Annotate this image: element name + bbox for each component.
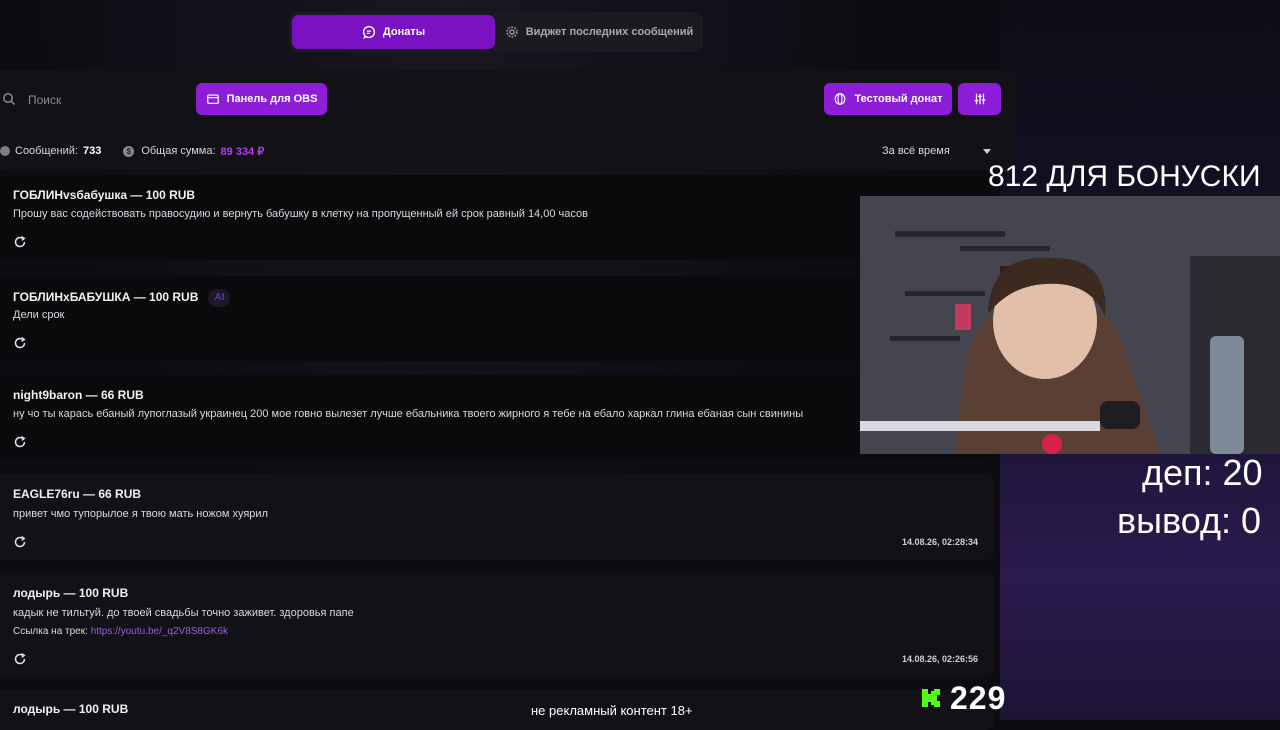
donation-card: ГОБЛИНхБАБУШКА — 100 RUB AI Дели срок xyxy=(0,276,994,361)
donation-header-text: ГОБЛИНхБАБУШКА — 100 RUB xyxy=(13,290,199,305)
sliders-icon xyxy=(974,93,985,105)
donation-header: ГОБЛИНvsбабушка — 100 RUB xyxy=(13,188,196,202)
donation-header: лодырь — 100 RUB xyxy=(13,702,129,716)
period-select[interactable]: За всё время xyxy=(882,145,950,157)
withdraw-overlay-text: вывод: 0 xyxy=(1117,500,1261,541)
replay-icon[interactable] xyxy=(13,535,27,549)
ai-badge: AI xyxy=(208,289,231,307)
bonus-overlay-text: 812 ДЛЯ БОНУСКИ xyxy=(988,160,1261,193)
gear-icon xyxy=(506,26,518,38)
search-input[interactable] xyxy=(26,88,180,112)
kick-logo-icon xyxy=(922,689,940,707)
chevron-down-icon[interactable] xyxy=(983,149,991,155)
messages-icon xyxy=(0,146,10,156)
stats-row: Сообщений: 733 $ Общая сумма: 89 334 ₽ xyxy=(0,143,264,159)
donation-card: ГОБЛИНvsбабушка — 100 RUB Прошу вас соде… xyxy=(0,175,994,260)
donation-text: привет чмо тупорылое я твою мать ножом х… xyxy=(13,508,268,520)
donation-text: Дели срок xyxy=(13,309,65,321)
deposit-overlay-text: деп: 20 xyxy=(1142,452,1263,493)
donation-card: night9baron — 66 RUB ну чо ты карась еба… xyxy=(0,375,994,460)
donation-timestamp: 14.08.26, 02:26:56 xyxy=(901,654,978,664)
coin-icon xyxy=(835,93,846,105)
donation-header: лодырь — 100 RUB xyxy=(13,586,129,600)
donation-card: EAGLE76ru — 66 RUB привет чмо тупорылое … xyxy=(0,474,994,560)
webcam-scene xyxy=(860,196,1280,454)
obs-panel-button[interactable]: Панель для OBS xyxy=(196,83,327,115)
messages-count: 733 xyxy=(82,145,102,157)
donation-header: ГОБЛИНхБАБУШКА — 100 RUB AI xyxy=(13,289,231,307)
tab-recent-messages-widget[interactable]: Виджет последних сообщений xyxy=(499,15,699,49)
donation-timestamp: 14.08.26, 02:28:34 xyxy=(901,537,978,547)
donation-card: лодырь — 100 RUB xyxy=(0,690,994,730)
viewer-count: 229 xyxy=(950,679,1007,716)
messages-label: Сообщений: xyxy=(15,145,78,157)
tab-donations-label: Донаты xyxy=(382,26,426,38)
obs-panel-label: Панель для OBS xyxy=(226,93,318,105)
sum-coin-icon: $ xyxy=(123,145,135,157)
sum-label: Общая сумма: xyxy=(141,145,216,157)
replay-icon[interactable] xyxy=(13,336,27,350)
track-link-row: Ссылка на трек: https://youtu.be/_q2V8S8… xyxy=(13,626,228,637)
search-icon xyxy=(3,93,16,106)
webcam-feed xyxy=(860,196,1280,454)
donation-card: лодырь — 100 RUB кадык не тильтуй. до тв… xyxy=(0,573,994,677)
track-link[interactable]: https://youtu.be/_q2V8S8GK6k xyxy=(91,626,228,637)
replay-icon[interactable] xyxy=(13,235,27,249)
replay-icon[interactable] xyxy=(13,435,27,449)
donation-text: кадык не тильтуй. до твоей свадьбы точно… xyxy=(13,607,354,619)
donation-header: EAGLE76ru — 66 RUB xyxy=(13,487,142,501)
tab-recent-messages-label: Виджет последних сообщений xyxy=(525,26,694,38)
filter-settings-button[interactable] xyxy=(958,83,1001,115)
chat-bubble-icon xyxy=(362,25,375,39)
donation-header: night9baron — 66 RUB xyxy=(13,388,144,402)
tab-bar: Донаты Виджет последних сообщений xyxy=(289,12,703,52)
panel-icon xyxy=(206,94,219,104)
track-link-label: Ссылка на трек: xyxy=(13,626,88,637)
tab-donations[interactable]: Донаты xyxy=(292,15,495,49)
replay-icon[interactable] xyxy=(13,652,27,666)
donation-text: ну чо ты карась ебаный лупоглазый украин… xyxy=(13,408,804,420)
donation-text: Прошу вас содействовать правосудию и вер… xyxy=(13,208,588,220)
viewer-counter: 229 xyxy=(920,680,1006,716)
test-donation-label: Тестовый донат xyxy=(854,93,943,105)
sum-value: 89 334 ₽ xyxy=(220,145,265,158)
age-disclaimer: не рекламный контент 18+ xyxy=(531,703,693,718)
test-donation-button[interactable]: Тестовый донат xyxy=(824,83,952,115)
